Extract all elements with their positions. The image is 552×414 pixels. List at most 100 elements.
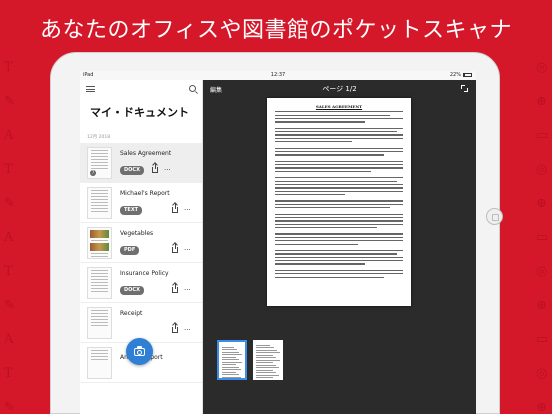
document-item-receipt[interactable]: Receipt ···	[80, 303, 202, 343]
thumbnail-line	[222, 359, 239, 360]
thumbnail-line	[222, 361, 242, 363]
document-name: Michael's Report	[120, 190, 170, 197]
thumbnail-line	[222, 351, 240, 353]
share-icon[interactable]	[172, 283, 178, 293]
text-line	[275, 164, 403, 166]
pattern-glyph: T	[4, 162, 13, 177]
document-name: Vegetables	[120, 230, 154, 237]
text-line	[275, 236, 403, 238]
share-icon[interactable]	[152, 163, 158, 173]
more-icon[interactable]: ···	[184, 207, 191, 214]
pattern-glyph: ✎	[4, 94, 15, 109]
document-item-vegetables[interactable]: Vegetables PDF ···	[80, 223, 202, 263]
document-thumbnail: 7	[87, 147, 112, 179]
document-item-insurance-policy[interactable]: Insurance Policy DOCX ···	[80, 263, 202, 303]
text-line	[275, 111, 403, 113]
pattern-glyph: A	[4, 230, 14, 245]
pattern-glyph: ◎	[536, 264, 548, 279]
text-line	[275, 223, 403, 225]
text-line	[275, 216, 403, 219]
thumbnail-line	[222, 369, 242, 370]
document-name: Sales Agreement	[120, 150, 172, 157]
thumbnail-line	[256, 374, 280, 376]
pattern-glyph: ⊕	[536, 94, 547, 109]
text-line	[275, 276, 384, 278]
text-line	[275, 233, 403, 235]
viewer-toolbar: 編集 ページ 1/2	[203, 80, 476, 98]
thumbnail-line	[222, 379, 236, 380]
text-line	[275, 156, 403, 159]
text-line	[275, 256, 403, 258]
thumbnail-line	[256, 364, 277, 366]
pattern-glyph: ◎	[536, 162, 548, 177]
more-icon[interactable]: ···	[184, 327, 191, 334]
text-line	[275, 260, 403, 262]
pattern-glyph: ▭	[536, 332, 549, 347]
document-page: SALES AGREEMENT	[267, 98, 411, 306]
more-icon[interactable]: ···	[164, 167, 171, 174]
text-line	[275, 249, 403, 252]
expand-icon[interactable]	[461, 85, 468, 92]
text-line	[275, 253, 397, 255]
thumbnail-line	[222, 366, 239, 368]
status-bar: iPad 12:37 22%	[80, 71, 476, 80]
pattern-glyph: ⊕	[536, 298, 547, 313]
document-name: Insurance Policy	[120, 270, 169, 277]
pattern-glyph: ⊕	[536, 196, 547, 211]
document-viewer: 編集 ページ 1/2 SALES AGREEMENT	[203, 80, 476, 414]
share-icon[interactable]	[172, 323, 178, 333]
text-line	[275, 220, 403, 222]
pattern-glyph: T	[4, 264, 13, 279]
thumbnail-line	[256, 362, 274, 363]
page-count-badge: 7	[90, 170, 96, 176]
search-icon[interactable]	[189, 85, 196, 92]
text-line	[275, 273, 403, 275]
text-line	[275, 134, 403, 136]
pattern-glyph: A	[4, 332, 14, 347]
thumbnail-line	[222, 349, 237, 350]
thumbnail-line	[222, 376, 242, 378]
document-item-sales-agreement[interactable]: 7 Sales Agreement DOCX ···	[80, 143, 202, 183]
status-battery: 22%	[450, 72, 472, 78]
thumbnail-line	[256, 344, 271, 346]
thumbnail-line	[256, 354, 274, 356]
text-line	[275, 208, 403, 211]
text-line	[275, 180, 397, 182]
text-line	[275, 127, 403, 129]
thumbnail-line	[256, 372, 276, 373]
scan-camera-button[interactable]	[126, 338, 153, 365]
text-line	[275, 160, 403, 162]
pattern-glyph: ✎	[4, 298, 15, 313]
more-icon[interactable]: ···	[184, 247, 191, 254]
home-button	[486, 208, 503, 225]
hamburger-icon[interactable]	[86, 86, 95, 92]
more-icon[interactable]: ···	[184, 287, 191, 294]
document-name: Receipt	[120, 310, 143, 317]
text-line	[275, 187, 403, 189]
page-thumbnail-1[interactable]	[217, 340, 247, 380]
document-item-michaels-report[interactable]: Michael's Report TEXT ···	[80, 183, 202, 223]
text-line	[275, 265, 403, 268]
thumbnail-line	[222, 356, 237, 358]
page-indicator: ページ 1/2	[322, 85, 357, 93]
text-line	[275, 269, 403, 271]
sidebar-title: マイ・ドキュメント	[90, 106, 189, 119]
thumbnail-line	[256, 349, 277, 351]
sidebar-toolbar	[80, 80, 202, 98]
document-thumbnail	[87, 187, 112, 219]
share-icon[interactable]	[172, 243, 178, 253]
text-line	[275, 190, 403, 192]
document-type-badge: PDF	[120, 246, 140, 255]
document-thumbnail	[87, 267, 112, 299]
pattern-glyph: ▭	[536, 230, 549, 245]
thumbnail-line	[222, 371, 236, 373]
documents-sidebar: マイ・ドキュメント 12月 2018 7 Sales Agreement DOC…	[80, 80, 203, 414]
thumbnail-line	[256, 352, 280, 353]
text-line	[275, 177, 403, 179]
share-icon[interactable]	[172, 203, 178, 213]
battery-icon	[463, 72, 472, 77]
text-line	[275, 200, 403, 202]
page-thumbnail-2[interactable]	[253, 340, 283, 380]
pattern-glyph: ▭	[536, 128, 549, 143]
pattern-glyph: T	[4, 366, 13, 381]
